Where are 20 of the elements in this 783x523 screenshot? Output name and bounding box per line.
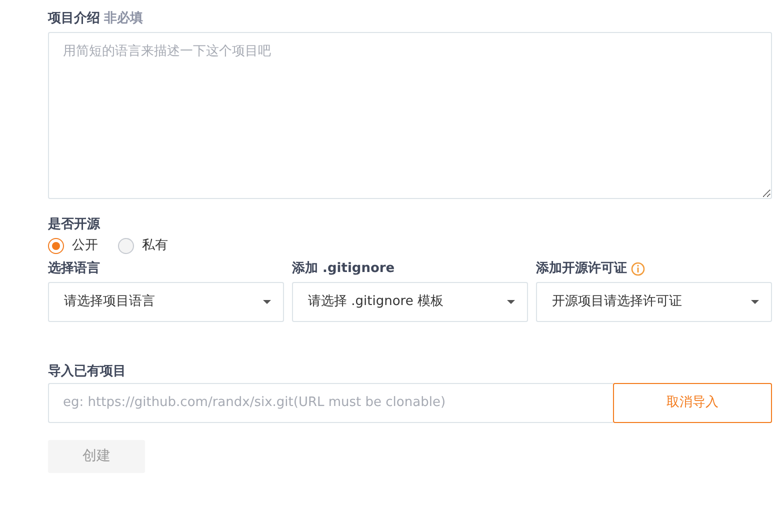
radio-icon bbox=[118, 238, 134, 254]
info-icon bbox=[631, 262, 645, 276]
field-label: 添加 .gitignore bbox=[292, 260, 395, 278]
radio-option[interactable]: 私有 bbox=[118, 236, 168, 256]
field-label: 选择语言 bbox=[48, 260, 100, 278]
radio-icon bbox=[48, 238, 64, 254]
caret-icon bbox=[751, 300, 759, 304]
select-dropdown[interactable]: 请选择 .gitignore 模板 bbox=[292, 282, 528, 322]
caret-icon bbox=[263, 300, 271, 304]
caret-icon bbox=[507, 300, 515, 304]
select-dropdown[interactable]: 开源项目请选择许可证 bbox=[536, 282, 772, 322]
url-field[interactable]: eg: https://github.com/randx/six.git(URL must be clonable) bbox=[48, 383, 613, 423]
field-label: 添加开源许可证 bbox=[536, 260, 627, 278]
description-field[interactable]: 用简短的语言来描述一下这个项目吧 bbox=[48, 32, 772, 199]
field-label: 是否开源 bbox=[48, 217, 100, 232]
select-dropdown[interactable]: 请选择项目语言 bbox=[48, 282, 284, 322]
optional-note: 非必填 bbox=[104, 10, 143, 28]
field-label: 项目介绍 bbox=[48, 10, 100, 28]
field-label: 导入已有项目 bbox=[48, 364, 126, 379]
radio-option[interactable]: 公开 bbox=[48, 236, 98, 256]
